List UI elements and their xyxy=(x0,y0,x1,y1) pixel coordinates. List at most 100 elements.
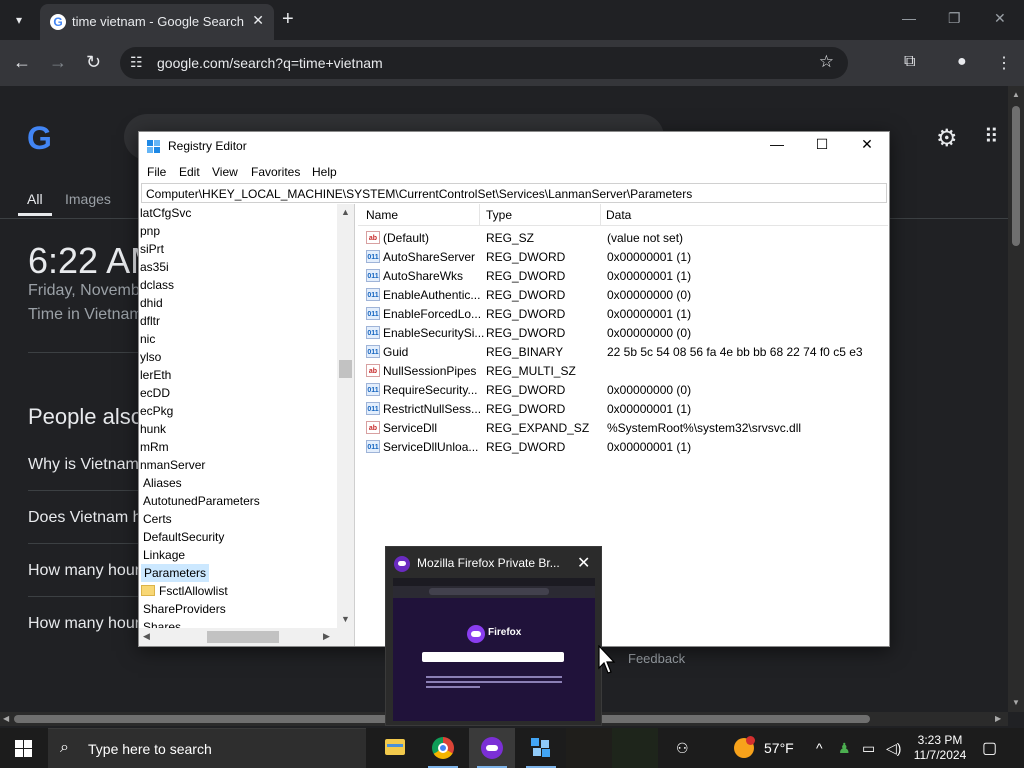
value-row[interactable]: ab (Default) REG_SZ (value not set) xyxy=(358,228,888,247)
chrome-taskbar-button[interactable] xyxy=(420,728,466,768)
paa-question[interactable]: How many hour xyxy=(28,615,140,633)
tree-item[interactable]: ecPkg xyxy=(140,402,173,420)
column-name[interactable]: Name xyxy=(366,208,398,222)
profile-icon[interactable]: ● xyxy=(957,53,967,71)
page-vertical-scrollbar[interactable]: ▲ ▼ xyxy=(1008,86,1024,712)
tree-item[interactable]: mRm xyxy=(140,438,169,456)
weather-temperature[interactable]: 57°F xyxy=(764,740,794,756)
taskbar-clock[interactable]: 3:23 PM 11/7/2024 xyxy=(912,733,968,763)
people-icon[interactable]: ⚇ xyxy=(676,740,689,757)
column-divider[interactable] xyxy=(600,204,601,226)
column-type[interactable]: Type xyxy=(486,208,512,222)
windows-start-icon[interactable] xyxy=(15,740,32,757)
address-url[interactable]: google.com/search?q=time+vietnam xyxy=(157,55,383,71)
value-row[interactable]: 011 EnableSecuritySi... REG_DWORD 0x0000… xyxy=(358,323,888,342)
tree-item[interactable]: latCfgSvc xyxy=(140,204,191,222)
value-row[interactable]: 011 AutoShareWks REG_DWORD 0x00000001 (1… xyxy=(358,266,888,285)
google-logo[interactable]: G xyxy=(27,120,52,157)
minimize-icon[interactable]: — xyxy=(757,136,797,152)
forward-arrow-icon[interactable]: → xyxy=(49,52,67,73)
tree-item[interactable]: dclass xyxy=(140,276,174,294)
close-window-icon[interactable]: ✕ xyxy=(994,10,1006,27)
user-status-icon[interactable]: ♟ xyxy=(838,740,851,757)
settings-gear-icon[interactable]: ⚙ xyxy=(936,124,958,153)
tree-item-selected[interactable]: Parameters xyxy=(141,564,210,582)
taskbar-app-button[interactable] xyxy=(612,728,658,768)
minimize-icon[interactable]: — xyxy=(902,10,916,26)
browser-tab[interactable]: G time vietnam - Google Search ✕ xyxy=(40,4,274,40)
reload-icon[interactable]: ↻ xyxy=(86,52,101,73)
taskbar-app-button[interactable] xyxy=(566,728,612,768)
tree-item[interactable]: hunk xyxy=(140,420,166,438)
column-data[interactable]: Data xyxy=(606,208,631,222)
value-row[interactable]: 011 RestrictNullSess... REG_DWORD 0x0000… xyxy=(358,399,888,418)
chrome-menu-icon[interactable]: ⋮ xyxy=(996,53,1012,73)
bookmark-star-icon[interactable]: ☆ xyxy=(819,52,834,72)
tree-item[interactable]: Certs xyxy=(143,510,172,528)
restore-icon[interactable]: ❐ xyxy=(948,10,961,27)
tree-vertical-scrollbar[interactable]: ▲ ▼ xyxy=(337,204,354,628)
close-preview-icon[interactable]: ✕ xyxy=(577,553,590,573)
extensions-puzzle-icon[interactable]: ⧉ xyxy=(904,53,915,71)
registry-address-bar[interactable]: Computer\HKEY_LOCAL_MACHINE\SYSTEM\Curre… xyxy=(141,183,887,203)
google-apps-grid-icon[interactable]: ⠿ xyxy=(984,124,999,149)
value-row[interactable]: 011 EnableAuthentic... REG_DWORD 0x00000… xyxy=(358,285,888,304)
preview-thumbnail[interactable]: Firefox xyxy=(393,578,595,721)
site-info-icon[interactable]: ☷ xyxy=(130,54,143,71)
tree-item[interactable]: DefaultSecurity xyxy=(143,528,224,546)
firefox-taskbar-button[interactable] xyxy=(469,728,515,768)
value-row[interactable]: 011 Guid REG_BINARY 22 5b 5c 54 08 56 fa… xyxy=(358,342,888,361)
maximize-icon[interactable]: ☐ xyxy=(802,136,842,153)
tree-item[interactable]: dfltr xyxy=(140,312,160,330)
tree-item[interactable]: nic xyxy=(140,330,155,348)
tree-item[interactable]: nmanServer xyxy=(140,456,205,474)
paa-question[interactable]: Does Vietnam h xyxy=(28,509,142,527)
tree-item[interactable]: FsctlAllowlist xyxy=(141,582,228,600)
scroll-left-icon[interactable]: ◀ xyxy=(3,714,9,723)
tab-search-chevron-icon[interactable]: ▾ xyxy=(6,8,32,32)
scroll-down-icon[interactable]: ▼ xyxy=(1012,698,1020,707)
notifications-icon[interactable]: ▢ xyxy=(982,738,997,758)
paa-question[interactable]: Why is Vietnam xyxy=(28,456,139,474)
tree-item[interactable]: lerEth xyxy=(140,366,171,384)
tab-all[interactable]: All xyxy=(27,191,43,207)
scroll-right-icon[interactable]: ▶ xyxy=(323,631,330,642)
menu-help[interactable]: Help xyxy=(312,165,337,179)
menu-favorites[interactable]: Favorites xyxy=(251,165,300,179)
value-row[interactable]: 011 AutoShareServer REG_DWORD 0x00000001… xyxy=(358,247,888,266)
menu-file[interactable]: File xyxy=(147,165,166,179)
volume-icon[interactable]: ◁) xyxy=(886,740,901,757)
value-row[interactable]: 011 ServiceDllUnloa... REG_DWORD 0x00000… xyxy=(358,437,888,456)
scroll-up-icon[interactable]: ▲ xyxy=(1012,90,1020,99)
value-row[interactable]: ab NullSessionPipes REG_MULTI_SZ xyxy=(358,361,888,380)
registry-path[interactable]: Computer\HKEY_LOCAL_MACHINE\SYSTEM\Curre… xyxy=(146,187,692,201)
column-divider[interactable] xyxy=(479,204,480,226)
back-arrow-icon[interactable]: ← xyxy=(13,52,31,73)
show-hidden-icons-chevron-icon[interactable]: ^ xyxy=(816,740,823,756)
tree-item[interactable]: pnp xyxy=(140,222,160,240)
menu-edit[interactable]: Edit xyxy=(179,165,200,179)
scroll-left-icon[interactable]: ◀ xyxy=(143,631,150,642)
scroll-up-icon[interactable]: ▲ xyxy=(341,207,350,217)
address-bar[interactable]: ☷ google.com/search?q=time+vietnam ☆ xyxy=(120,47,848,79)
tree-item[interactable]: ShareProviders xyxy=(143,600,226,618)
tree-horizontal-scrollbar[interactable]: ◀ ▶ xyxy=(139,628,354,646)
value-row[interactable]: ab ServiceDll REG_EXPAND_SZ %SystemRoot%… xyxy=(358,418,888,437)
menu-view[interactable]: View xyxy=(212,165,238,179)
tree-item[interactable]: Linkage xyxy=(143,546,185,564)
tree-item[interactable]: as35i xyxy=(140,258,169,276)
taskbar-search-box[interactable]: ⌕ Type here to search xyxy=(48,728,366,768)
feedback-link[interactable]: Feedback xyxy=(628,651,685,666)
network-icon[interactable]: ▭ xyxy=(862,740,875,757)
scroll-right-icon[interactable]: ▶ xyxy=(995,714,1001,723)
tree-item[interactable]: siPrt xyxy=(140,240,164,258)
tree-item[interactable]: AutotunedParameters xyxy=(143,492,260,510)
tab-close-icon[interactable]: ✕ xyxy=(252,12,264,29)
tree-item[interactable]: ylso xyxy=(140,348,161,366)
tab-images[interactable]: Images xyxy=(65,191,111,207)
registry-key-tree[interactable]: latCfgSvc pnp siPrt as35i dclass dhid df… xyxy=(139,204,355,646)
tree-item[interactable]: dhid xyxy=(140,294,163,312)
value-row[interactable]: 011 EnableForcedLo... REG_DWORD 0x000000… xyxy=(358,304,888,323)
tree-item[interactable]: Aliases xyxy=(143,474,182,492)
close-icon[interactable]: ✕ xyxy=(847,136,887,153)
